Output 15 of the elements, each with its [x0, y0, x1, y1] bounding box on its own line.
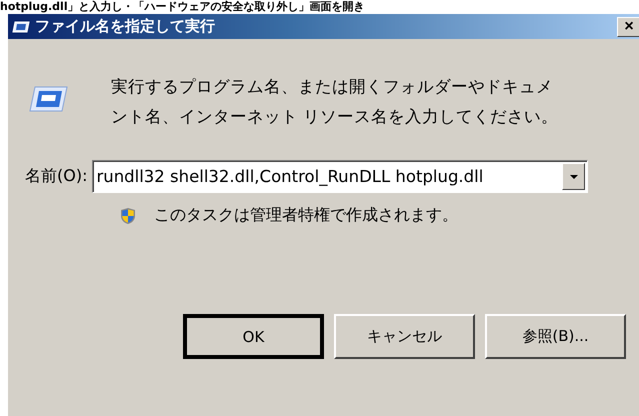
- name-combo-box[interactable]: rundll32 shell32.dll,Control_RunDLL hotplug.dll: [92, 160, 588, 193]
- name-label: 名前(O):: [25, 166, 88, 187]
- dialog-button[interactable]: キャンセル: [334, 314, 475, 359]
- description-text: 実行するプログラム名、または開くフォルダーやドキュメント名、インターネット リソース名を入力してください。: [111, 76, 560, 128]
- shield-icon: [120, 206, 136, 224]
- window-title: ファイル名を指定して実行: [35, 17, 216, 36]
- run-icon: [29, 84, 69, 114]
- admin-note: このタスクは管理者特権で作成されます。: [154, 205, 458, 226]
- page-caption: hotplug.dll」と入力し・「ハードウェアの安全な取り外し」画面を開き: [0, 0, 366, 14]
- caret-icon: [570, 174, 578, 178]
- dropdown-button[interactable]: [562, 163, 586, 190]
- dialog-button[interactable]: OK: [183, 314, 324, 359]
- dialog-button[interactable]: 参照(B)...: [485, 314, 626, 359]
- window-icon: [12, 20, 30, 32]
- close-button[interactable]: ×: [617, 16, 639, 36]
